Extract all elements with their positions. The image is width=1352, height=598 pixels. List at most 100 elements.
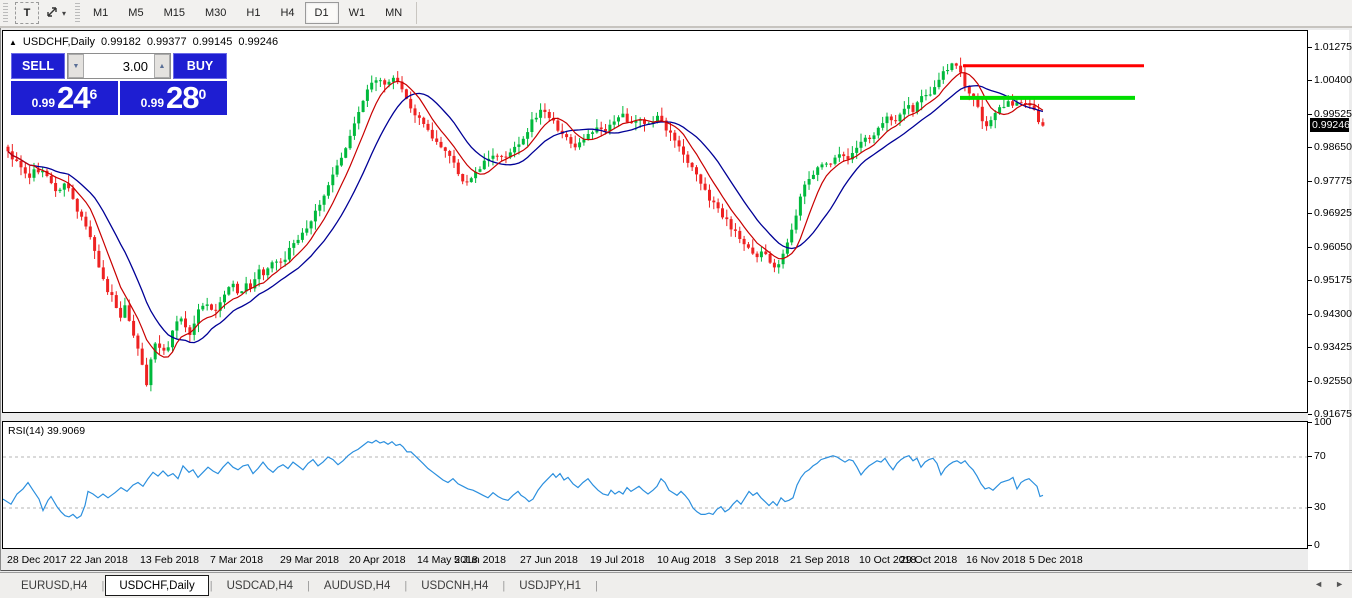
toolbar-drag-handle[interactable]: [3, 3, 8, 23]
price-axis-label: 1.01275: [1314, 41, 1352, 53]
arrows-tool-button[interactable]: ▾: [39, 2, 72, 24]
chevron-down-icon: ▾: [62, 9, 66, 18]
timeframe-button-mn[interactable]: MN: [375, 2, 412, 24]
main-chart-pane[interactable]: ▲ USDCHF,Daily 0.99182 0.99377 0.99145 0…: [2, 30, 1308, 413]
axis-tick: [1308, 280, 1312, 281]
tab-scroll-left-icon[interactable]: ◄: [1314, 579, 1323, 589]
timeframe-button-d1[interactable]: D1: [305, 2, 339, 24]
tab-divider: |: [594, 580, 599, 592]
axis-tick: [1308, 80, 1312, 81]
volume-decrease-button[interactable]: ▼: [68, 54, 84, 78]
rsi-axis-label: 0: [1314, 539, 1320, 551]
stepper-down-icon: ▼: [73, 63, 80, 70]
timeframe-button-w1[interactable]: W1: [339, 2, 376, 24]
price-axis-label: 0.94300: [1314, 308, 1352, 320]
timeframe-button-m5[interactable]: M5: [118, 2, 153, 24]
tab-eurusd-h4[interactable]: EURUSD,H4: [8, 575, 100, 596]
date-label: 22 Jan 2018: [70, 554, 128, 566]
rsi-axis-label: 70: [1314, 450, 1326, 462]
sell-button[interactable]: SELL: [11, 53, 65, 79]
axis-tick: [1308, 456, 1312, 457]
date-label: 10 Aug 2018: [657, 554, 716, 566]
timeframe-button-m1[interactable]: M1: [83, 2, 118, 24]
toolbar: T ▾ M1M5M15M30H1H4D1W1MN: [0, 0, 1352, 28]
date-label: 13 Feb 2018: [140, 554, 199, 566]
ohlc-high: 0.99377: [147, 36, 187, 48]
axis-tick: [1308, 47, 1312, 48]
axis-tick: [1308, 181, 1312, 182]
date-label: 16 Nov 2018: [966, 554, 1026, 566]
arrows-tool-icon: [45, 5, 60, 22]
timeframe-button-h4[interactable]: H4: [270, 2, 304, 24]
current-price-badge: 0.99246: [1310, 118, 1349, 132]
date-label: 29 Mar 2018: [280, 554, 339, 566]
axis-tick: [1308, 381, 1312, 382]
tab-usdchf-daily[interactable]: USDCHF,Daily: [105, 575, 208, 596]
date-label: 5 Dec 2018: [1029, 554, 1083, 566]
buy-price-small: 0.99: [141, 93, 164, 113]
date-label: 20 Apr 2018: [349, 554, 406, 566]
volume-input[interactable]: [84, 54, 154, 78]
date-label: 27 Jun 2018: [520, 554, 578, 566]
date-label: 5 Jun 2018: [454, 554, 506, 566]
date-label: 19 Jul 2018: [590, 554, 644, 566]
timeframe-button-h1[interactable]: H1: [236, 2, 270, 24]
date-label: 7 Mar 2018: [210, 554, 263, 566]
rsi-axis-label: 100: [1314, 416, 1332, 428]
text-tool-button[interactable]: T: [15, 2, 39, 24]
chart-tabbar: EURUSD,H4|USDCHF,Daily|USDCAD,H4|AUDUSD,…: [0, 572, 1352, 598]
ohlc-close: 0.99246: [238, 36, 278, 48]
axis-tick: [1308, 114, 1312, 115]
ohlc-low: 0.99145: [193, 36, 233, 48]
timeframe-button-m30[interactable]: M30: [195, 2, 236, 24]
tab-usdjpy-h1[interactable]: USDJPY,H1: [506, 575, 594, 596]
price-axis-label: 0.96925: [1314, 207, 1352, 219]
axis-tick: [1308, 422, 1312, 423]
volume-increase-button[interactable]: ▲: [154, 54, 170, 78]
stepper-up-icon: ▲: [159, 63, 166, 70]
tab-usdcnh-h4[interactable]: USDCNH,H4: [408, 575, 501, 596]
sell-price-big: 24: [57, 83, 89, 113]
axis-tick: [1308, 147, 1312, 148]
axis-tick: [1308, 347, 1312, 348]
date-label: 3 Sep 2018: [725, 554, 779, 566]
price-axis-label: 0.97775: [1314, 175, 1352, 187]
axis-tick: [1308, 414, 1312, 415]
price-axis-label: 0.98650: [1314, 141, 1352, 153]
date-axis[interactable]: 28 Dec 201722 Jan 2018 13 Feb 2018 7 Mar 2…: [2, 551, 1308, 569]
buy-price-display[interactable]: 0.99 28 0: [120, 81, 227, 115]
axis-tick: [1308, 545, 1312, 546]
mt4-window: T ▾ M1M5M15M30H1H4D1W1MN ▲ USDCHF,Daily …: [0, 0, 1352, 598]
date-label: 28 Dec 2017: [7, 554, 67, 566]
toolbar-separator: [416, 2, 417, 24]
tab-scroll-right-icon[interactable]: ►: [1335, 579, 1344, 589]
tab-usdcad-h4[interactable]: USDCAD,H4: [214, 575, 306, 596]
price-axis-label: 0.95175: [1314, 274, 1352, 286]
volume-stepper: ▼ ▲: [67, 53, 171, 79]
frame-divider: [0, 28, 1, 571]
frame-divider: [0, 570, 1352, 571]
sell-price-pip: 6: [90, 86, 98, 102]
axis-tick: [1308, 507, 1312, 508]
sell-price-display[interactable]: 0.99 24 6: [11, 81, 118, 115]
one-click-trade-panel: SELL ▼ ▲ BUY 0.99 24 6: [9, 51, 229, 117]
timeframe-button-m15[interactable]: M15: [154, 2, 195, 24]
date-label: 21 Sep 2018: [790, 554, 850, 566]
collapse-triangle-icon[interactable]: ▲: [9, 38, 17, 47]
rsi-axis-label: 30: [1314, 501, 1326, 513]
toolbar-drag-handle[interactable]: [75, 3, 80, 23]
price-axis-label: 0.93425: [1314, 341, 1352, 353]
axis-tick: [1308, 314, 1312, 315]
chart-symbol-label: USDCHF,Daily: [23, 36, 95, 48]
sell-price-small: 0.99: [32, 93, 55, 113]
price-axis[interactable]: 1.012751.004000.995250.986500.977750.969…: [1308, 30, 1349, 570]
buy-price-pip: 0: [199, 86, 207, 102]
rsi-pane[interactable]: RSI(14) 39.9069: [2, 421, 1308, 549]
date-label: 29 Oct 2018: [900, 554, 957, 566]
buy-button[interactable]: BUY: [173, 53, 227, 79]
tab-audusd-h4[interactable]: AUDUSD,H4: [311, 575, 403, 596]
rsi-indicator-label: RSI(14) 39.9069: [8, 425, 85, 437]
ohlc-open: 0.99182: [101, 36, 141, 48]
chart-title: ▲ USDCHF,Daily 0.99182 0.99377 0.99145 0…: [9, 36, 278, 48]
price-axis-label: 0.92550: [1314, 375, 1352, 387]
